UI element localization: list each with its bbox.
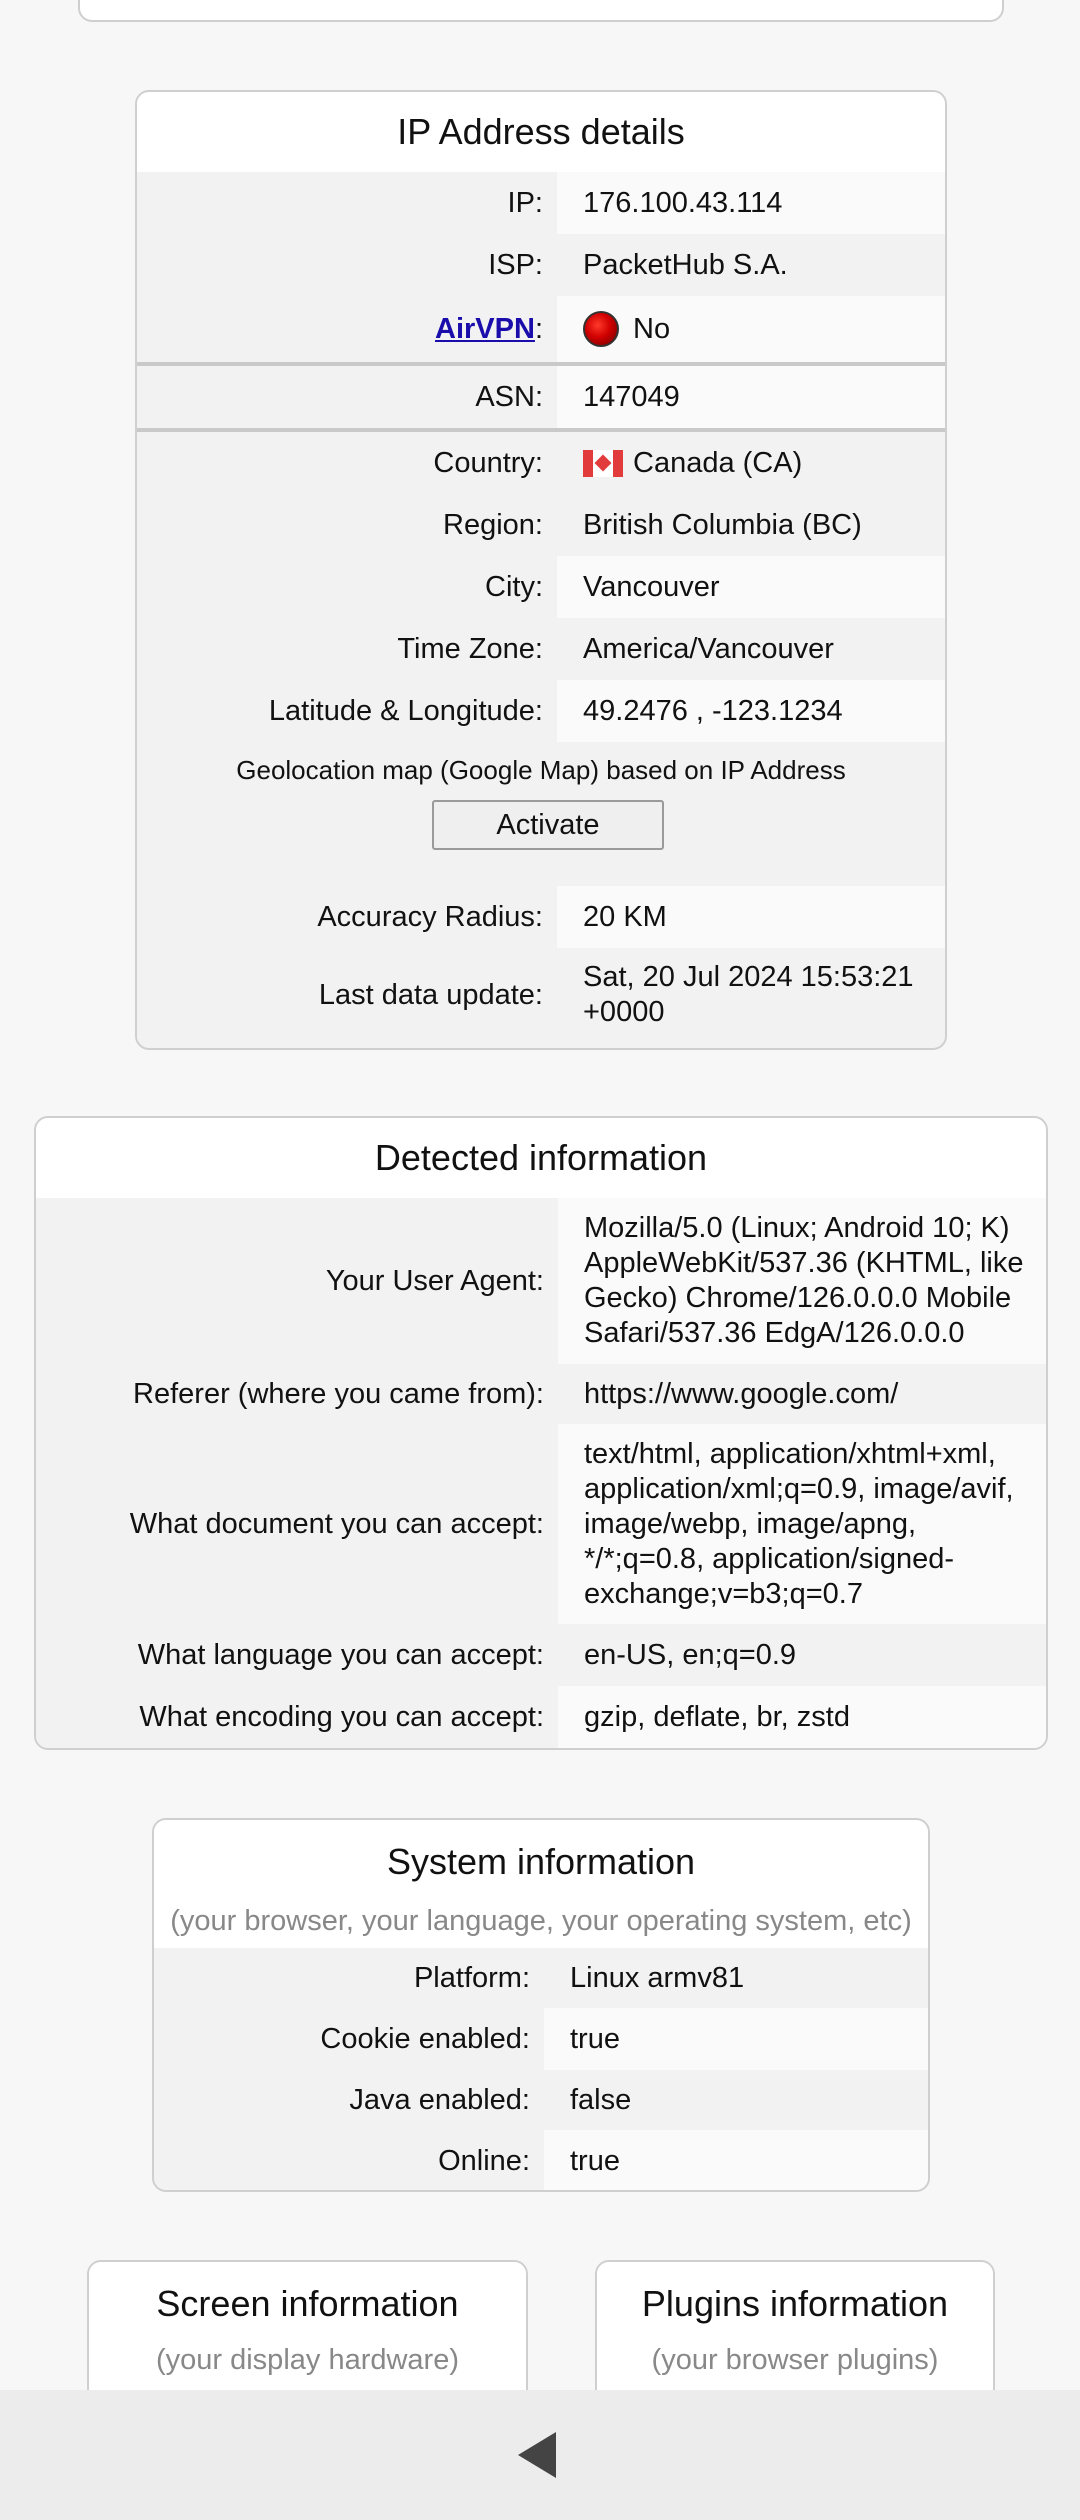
useragent-label: Your User Agent: <box>36 1198 558 1364</box>
ip-label: IP: <box>137 172 557 234</box>
region-label: Region: <box>137 494 557 556</box>
back-triangle-icon[interactable] <box>518 2432 556 2478</box>
latlng-label: Latitude & Longitude: <box>137 680 557 742</box>
country-value-cell: Canada (CA) <box>557 432 945 494</box>
system-card-subtitle: (your browser, your language, your opera… <box>154 1898 928 1948</box>
country-row: Country: Canada (CA) <box>137 432 945 494</box>
ip-value: 176.100.43.114 <box>557 172 945 234</box>
ip-card-title: IP Address details <box>137 92 945 172</box>
cookie-value: true <box>544 2008 928 2070</box>
asn-label: ASN: <box>137 366 557 428</box>
java-row: Java enabled: false <box>154 2070 928 2130</box>
platform-label: Platform: <box>154 1948 544 2008</box>
referer-label: Referer (where you came from): <box>36 1364 558 1424</box>
platform-row: Platform: Linux armv81 <box>154 1948 928 2008</box>
encoding-value: gzip, deflate, br, zstd <box>558 1686 1046 1748</box>
accuracy-label: Accuracy Radius: <box>137 886 557 948</box>
cookie-row: Cookie enabled: true <box>154 2008 928 2070</box>
isp-label: ISP: <box>137 234 557 296</box>
region-value: British Columbia (BC) <box>557 494 945 556</box>
system-card-title: System information <box>154 1820 928 1898</box>
previous-card <box>78 0 1004 22</box>
latlng-row: Latitude & Longitude: 49.2476 , -123.123… <box>137 680 945 742</box>
platform-value: Linux armv81 <box>544 1948 928 2008</box>
asn-value: 147049 <box>557 366 945 428</box>
language-row: What language you can accept: en-US, en;… <box>36 1624 1046 1686</box>
lastupdate-label: Last data update: <box>137 948 557 1042</box>
red-dot-icon <box>583 311 619 347</box>
city-value: Vancouver <box>557 556 945 618</box>
plugins-card-subtitle: (your browser plugins) <box>651 2344 939 2376</box>
detected-info-card: Detected information Your User Agent: Mo… <box>34 1116 1048 1750</box>
java-value: false <box>544 2070 928 2130</box>
country-label: Country: <box>137 432 557 494</box>
encoding-row: What encoding you can accept: gzip, defl… <box>36 1686 1046 1748</box>
timezone-value: America/Vancouver <box>557 618 945 680</box>
referer-value: https://www.google.com/ <box>558 1364 1046 1424</box>
online-value: true <box>544 2130 928 2190</box>
airvpn-value-cell: No <box>557 296 945 362</box>
accept-row: What document you can accept: text/html,… <box>36 1424 1046 1624</box>
cookie-label: Cookie enabled: <box>154 2008 544 2070</box>
airvpn-row: AirVPN: No <box>137 296 945 362</box>
activate-button[interactable]: Activate <box>432 800 664 850</box>
useragent-value: Mozilla/5.0 (Linux; Android 10; K) Apple… <box>558 1198 1046 1364</box>
isp-row: ISP: PacketHub S.A. <box>137 234 945 296</box>
latlng-value: 49.2476 , -123.1234 <box>557 680 945 742</box>
online-row: Online: true <box>154 2130 928 2190</box>
java-label: Java enabled: <box>154 2070 544 2130</box>
language-label: What language you can accept: <box>36 1624 558 1686</box>
airvpn-link[interactable]: AirVPN <box>435 313 535 346</box>
screen-card-subtitle: (your display hardware) <box>155 2344 459 2376</box>
city-row: City: Vancouver <box>137 556 945 618</box>
ip-row: IP: 176.100.43.114 <box>137 172 945 234</box>
encoding-label: What encoding you can accept: <box>36 1686 558 1748</box>
useragent-row: Your User Agent: Mozilla/5.0 (Linux; And… <box>36 1198 1046 1364</box>
referer-row: Referer (where you came from): https://w… <box>36 1364 1046 1424</box>
timezone-row: Time Zone: America/Vancouver <box>137 618 945 680</box>
map-note: Geolocation map (Google Map) based on IP… <box>137 742 945 798</box>
airvpn-colon: : <box>534 312 543 345</box>
isp-value: PacketHub S.A. <box>557 234 945 296</box>
lastupdate-row: Last data update: Sat, 20 Jul 2024 15:53… <box>137 948 945 1042</box>
system-info-card: System information (your browser, your l… <box>152 1818 930 2192</box>
accept-value: text/html, application/xhtml+xml, applic… <box>558 1424 1046 1624</box>
lastupdate-value: Sat, 20 Jul 2024 15:53:21 +0000 <box>557 948 945 1042</box>
ip-details-card: IP Address details IP: 176.100.43.114 IS… <box>135 90 947 1050</box>
accuracy-value: 20 KM <box>557 886 945 948</box>
canada-flag-icon <box>583 449 623 477</box>
city-label: City: <box>137 556 557 618</box>
asn-row: ASN: 147049 <box>137 366 945 428</box>
timezone-label: Time Zone: <box>137 618 557 680</box>
airvpn-value: No <box>633 312 671 345</box>
online-label: Online: <box>154 2130 544 2190</box>
plugins-card-title: Plugins information <box>597 2262 993 2340</box>
airvpn-label: AirVPN: <box>137 296 557 362</box>
accept-label: What document you can accept: <box>36 1424 558 1624</box>
region-row: Region: British Columbia (BC) <box>137 494 945 556</box>
detected-card-title: Detected information <box>36 1118 1046 1198</box>
screen-card-title: Screen information <box>89 2262 526 2340</box>
country-value: Canada (CA) <box>633 446 803 479</box>
accuracy-row: Accuracy Radius: 20 KM <box>137 886 945 948</box>
language-value: en-US, en;q=0.9 <box>558 1624 1046 1686</box>
activate-area: Activate <box>137 798 945 858</box>
